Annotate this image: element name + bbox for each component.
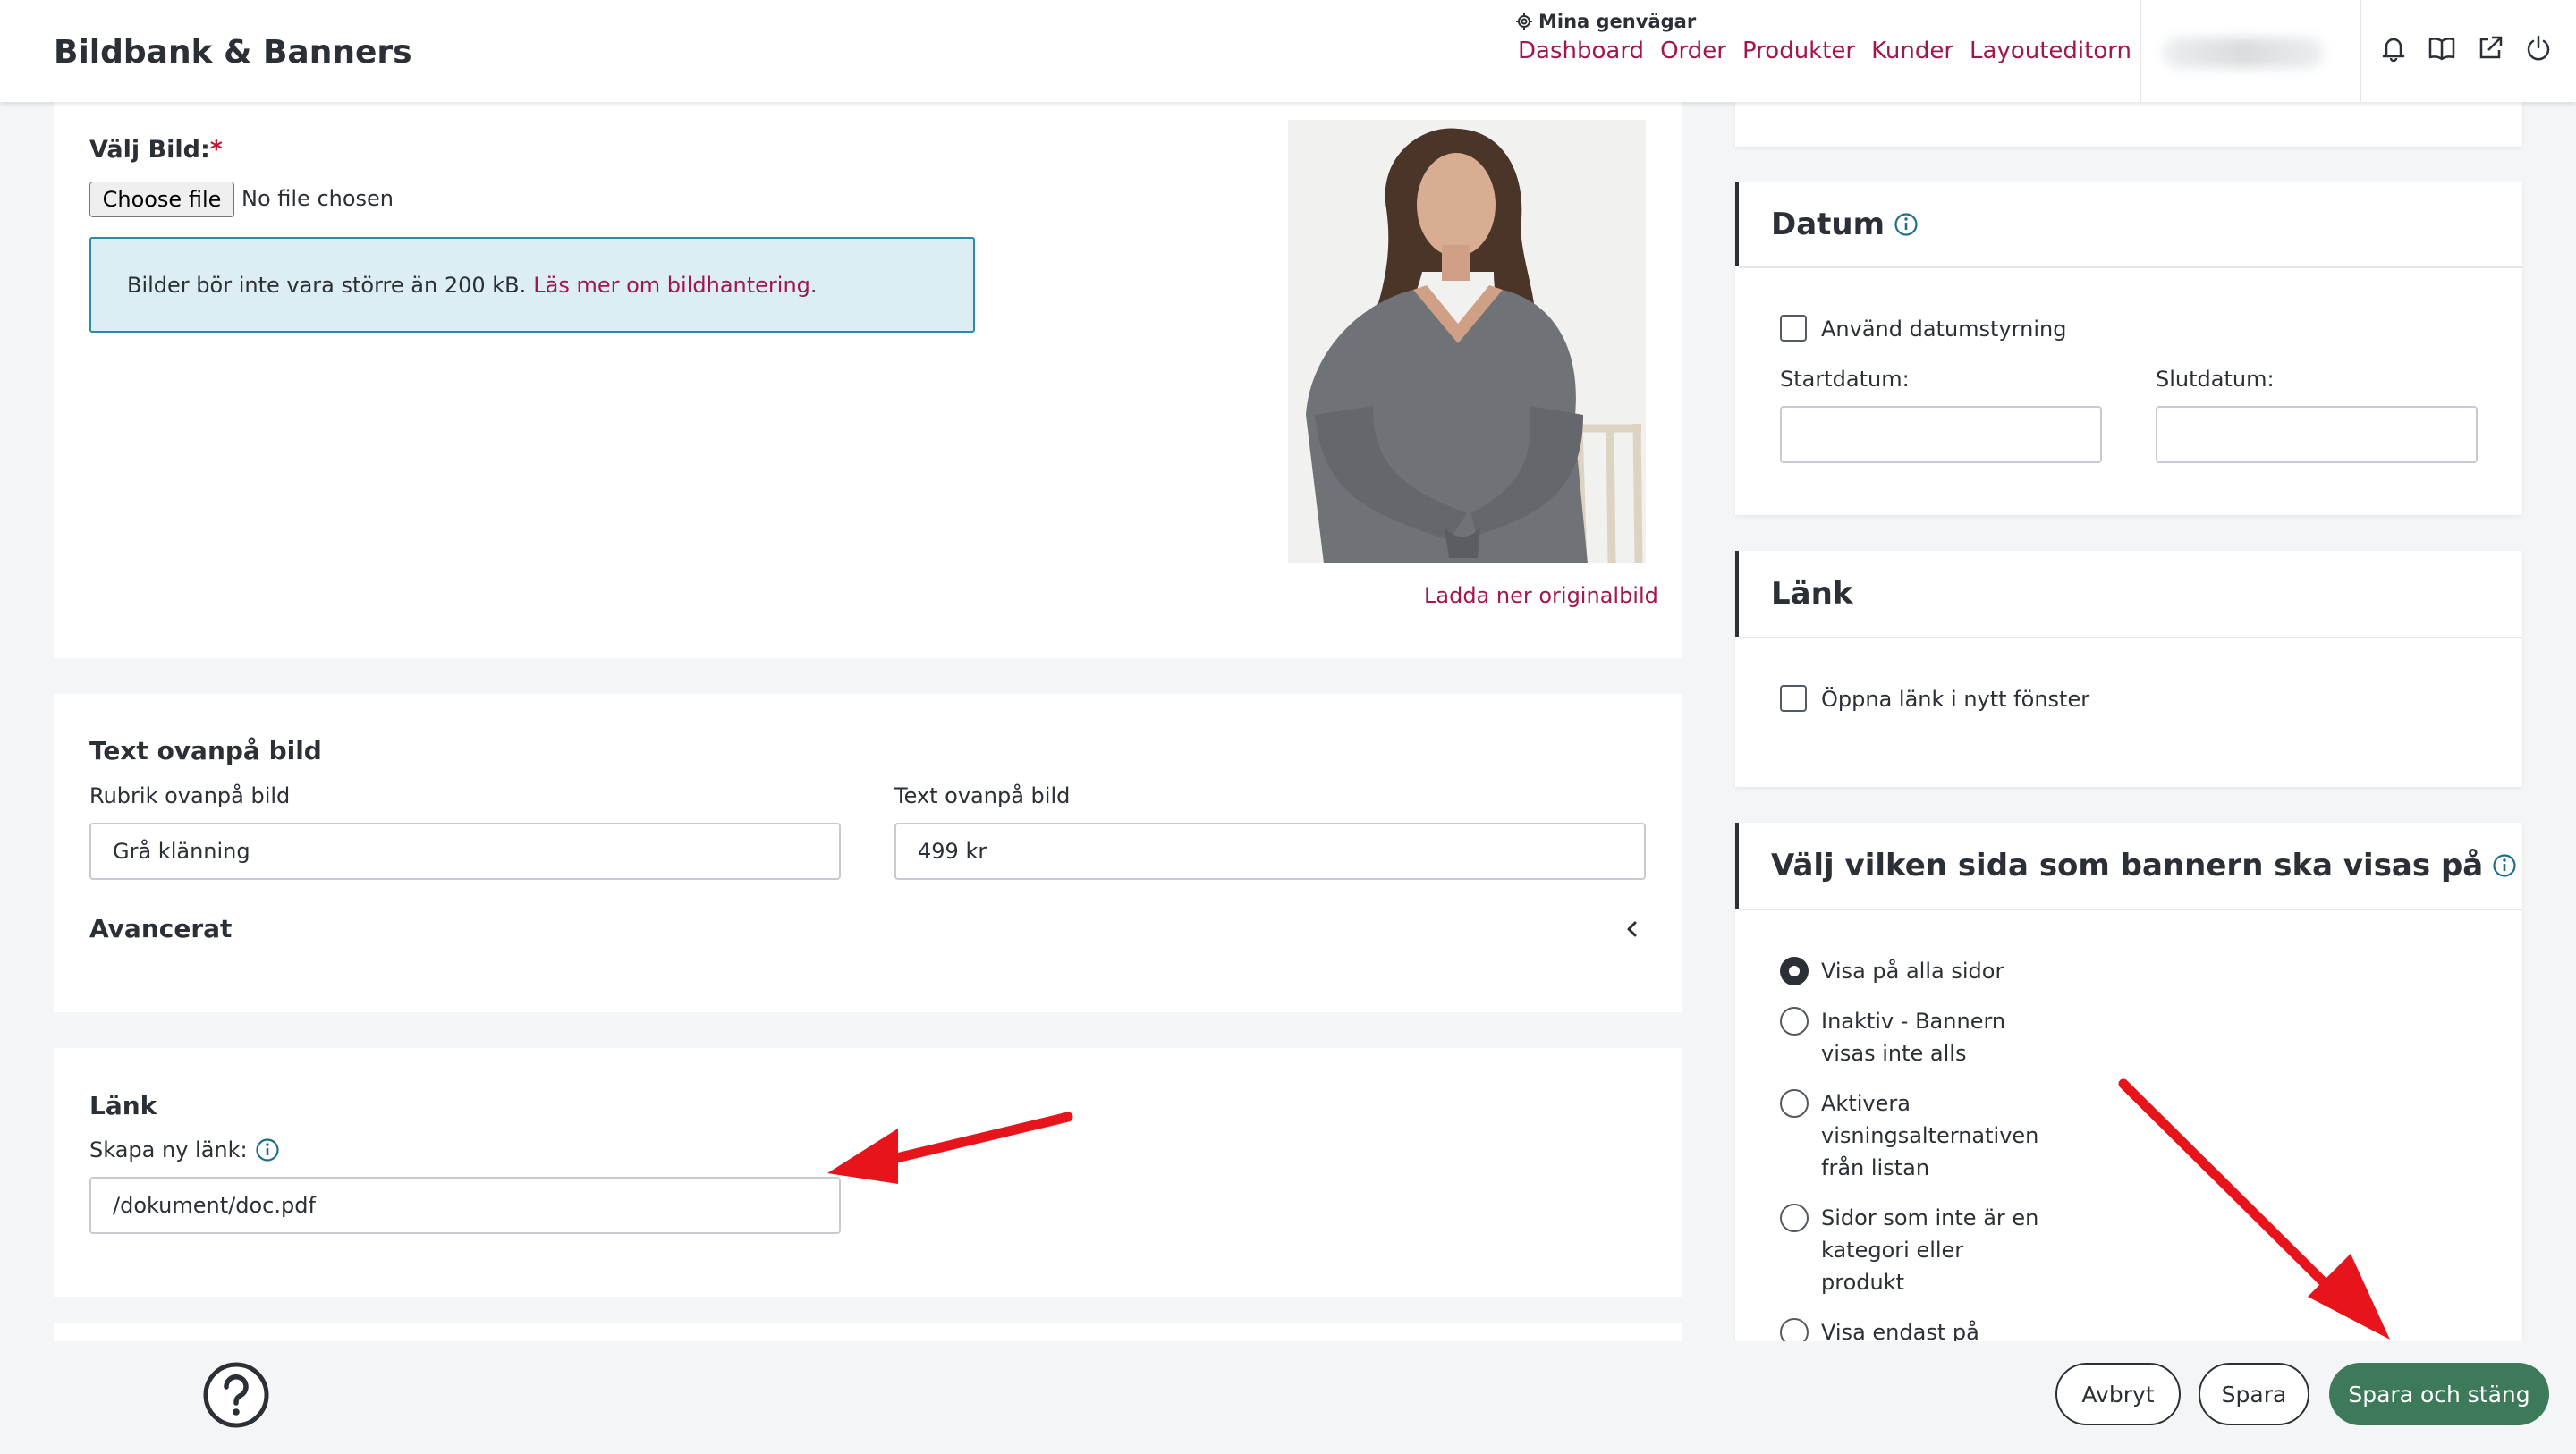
- save-and-close-button[interactable]: Spara och stäng: [2329, 1363, 2549, 1425]
- link-options-title: Länk: [1771, 576, 1853, 612]
- image-help-link[interactable]: Läs mer om bildhantering.: [533, 273, 817, 298]
- help-icon[interactable]: [202, 1361, 270, 1429]
- user-menu-blurred[interactable]: [2163, 38, 2324, 68]
- top-header: Bildbank & Banners Mina genvägar Dashboa…: [0, 0, 2576, 102]
- option-inactive: Inaktiv - Bannern visas inte alls: [1821, 1009, 2006, 1066]
- page-visibility-header: Välj vilken sida som bannern ska visas p…: [1735, 823, 2522, 909]
- radio-non-category-pages[interactable]: [1780, 1204, 1809, 1232]
- headline-label: Rubrik ovanpå bild: [89, 783, 291, 808]
- start-date-input[interactable]: [1780, 406, 2102, 463]
- new-window-checkbox[interactable]: [1780, 685, 1807, 712]
- new-window-label: Öppna länk i nytt fönster: [1821, 687, 2090, 712]
- action-footer: Avbryt Spara Spara och stäng: [0, 1341, 2576, 1454]
- power-icon[interactable]: [2524, 34, 2553, 63]
- divider: [1739, 266, 2522, 268]
- banner-image-preview: [1288, 120, 1646, 563]
- shortcut-kunder[interactable]: Kunder: [1871, 38, 1953, 64]
- header-divider: [2140, 0, 2141, 102]
- date-control-checkbox[interactable]: [1780, 315, 1807, 342]
- option-non-category-pages: Sidor som inte är en kategori eller prod…: [1821, 1205, 2039, 1295]
- date-card-title: Datum: [1771, 207, 1885, 242]
- save-button[interactable]: Spara: [2199, 1363, 2309, 1425]
- info-icon[interactable]: [2492, 853, 2517, 878]
- info-icon[interactable]: [255, 1137, 280, 1162]
- divider: [1739, 909, 2522, 910]
- choose-image-label: Välj Bild:*: [89, 136, 223, 164]
- date-card-header: Datum: [1735, 182, 2522, 266]
- radio-show-all-pages[interactable]: [1780, 957, 1809, 985]
- link-section-title: Länk: [89, 1091, 157, 1120]
- gear-icon: [1516, 13, 1532, 30]
- bell-icon[interactable]: [2379, 34, 2408, 63]
- date-control-label: Använd datumstyrning: [1821, 317, 2067, 342]
- shortcut-layouteditorn[interactable]: Layouteditorn: [1970, 38, 2131, 64]
- link-card: [54, 1048, 1682, 1297]
- chevron-left-icon[interactable]: [1623, 919, 1642, 939]
- right-top-card: [1735, 102, 2522, 147]
- overlay-text-label: Text ovanpå bild: [894, 783, 1071, 808]
- shortcuts-label: Mina genvägar: [1515, 11, 1696, 32]
- info-icon[interactable]: [1894, 212, 1919, 237]
- end-date-label: Slutdatum:: [2156, 367, 2275, 392]
- app-title: Bildbank & Banners: [54, 34, 412, 71]
- file-status: No file chosen: [242, 186, 394, 211]
- start-date-label: Startdatum:: [1780, 367, 1910, 392]
- text-overlay-title: Text ovanpå bild: [89, 736, 322, 765]
- create-link-label: Skapa ny länk:: [89, 1137, 280, 1162]
- shortcut-produkter[interactable]: Produkter: [1742, 38, 1855, 64]
- download-original-link[interactable]: Ladda ner originalbild: [1424, 583, 1658, 608]
- link-url-input[interactable]: /dokument/doc.pdf: [89, 1177, 841, 1234]
- image-info-box: Bilder bör inte vara större än 200 kB. L…: [89, 237, 975, 333]
- shortcut-links: Dashboard Order Produkter Kunder Layoute…: [1518, 38, 2131, 64]
- headline-input[interactable]: Grå klänning: [89, 823, 841, 880]
- advanced-toggle[interactable]: Avancerat: [89, 914, 232, 943]
- divider: [1739, 637, 2522, 638]
- header-icons: [2379, 34, 2553, 63]
- choose-file-button[interactable]: Choose file: [89, 182, 234, 217]
- option-show-all-pages: Visa på alla sidor: [1821, 959, 2004, 984]
- header-divider: [2360, 0, 2361, 102]
- page-visibility-title: Välj vilken sida som bannern ska visas p…: [1771, 848, 2484, 883]
- external-link-icon[interactable]: [2476, 34, 2504, 63]
- end-date-input[interactable]: [2156, 406, 2478, 463]
- overlay-text-input[interactable]: 499 kr: [894, 823, 1646, 880]
- shortcut-dashboard[interactable]: Dashboard: [1518, 38, 1644, 64]
- shortcut-order[interactable]: Order: [1660, 38, 1726, 64]
- option-activate-list: Aktivera visningsalternativen från lista…: [1821, 1091, 2039, 1180]
- link-options-header: Länk: [1735, 551, 2522, 637]
- cancel-button[interactable]: Avbryt: [2055, 1363, 2181, 1425]
- book-icon[interactable]: [2428, 34, 2456, 63]
- radio-inactive[interactable]: [1780, 1007, 1809, 1036]
- radio-activate-list[interactable]: [1780, 1089, 1809, 1118]
